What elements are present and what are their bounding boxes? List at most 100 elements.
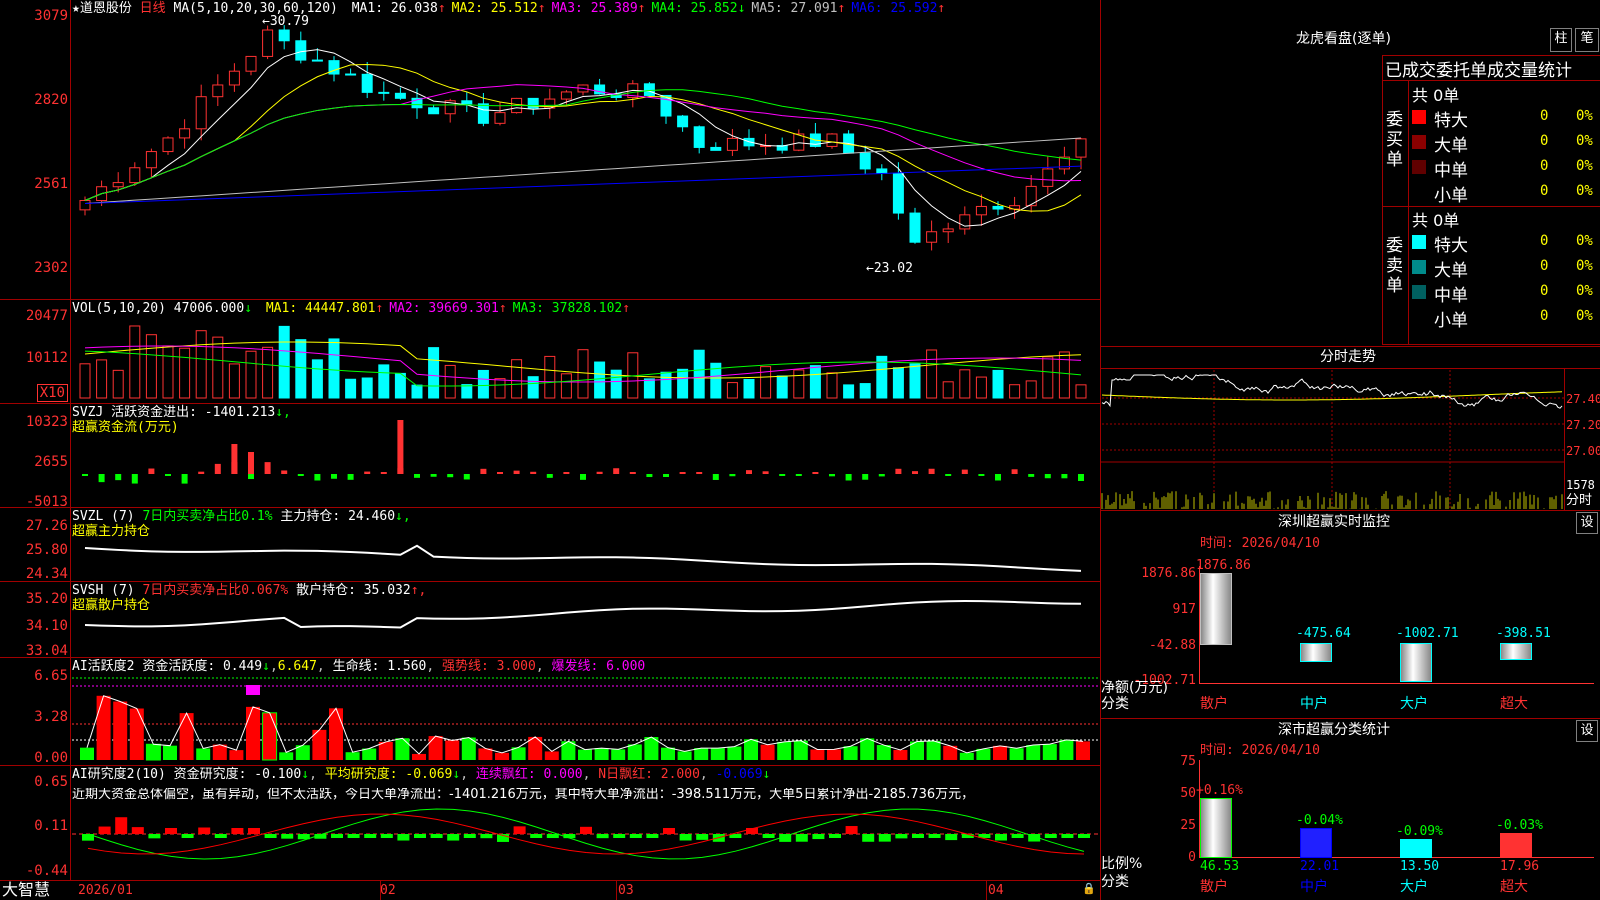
svzj-bar	[563, 472, 570, 474]
ai-strongline: 强势线: 3.000	[442, 659, 536, 674]
research-bar	[613, 834, 626, 838]
candlestick	[262, 25, 274, 60]
candlestick	[975, 194, 987, 226]
ai-active-bar	[378, 741, 393, 760]
volume-bar	[361, 377, 373, 399]
svzj-bar	[1011, 469, 1018, 474]
monitor-bar-1[interactable]	[1300, 642, 1332, 663]
main-chart-canvas[interactable]	[0, 0, 1100, 880]
classify-bar-0[interactable]	[1200, 797, 1232, 858]
date-tick	[616, 880, 617, 900]
volume-bar	[79, 363, 91, 399]
svzj-bar	[812, 472, 819, 474]
volume-bar	[262, 346, 274, 399]
svzj-bar	[530, 471, 537, 474]
research-bar	[380, 834, 393, 838]
stats-title: 已成交委托单成交量统计	[1385, 61, 1572, 81]
ai-active-bar	[1042, 744, 1057, 760]
candlestick	[959, 206, 971, 235]
svzj-value: 活跃资金进出: -1401.213	[111, 405, 276, 420]
classify-settings-button[interactable]: 设	[1576, 720, 1598, 742]
research-bar	[281, 834, 294, 839]
svsh-ratio: 7日内买卖净占比0.067%	[142, 583, 289, 598]
research-bar	[696, 834, 709, 840]
svzj-bar	[447, 474, 454, 478]
vol-ma-arrow: ↑	[622, 301, 631, 316]
svzj-bar	[148, 468, 155, 474]
classify-change: -0.09%	[1396, 824, 1443, 840]
monitor-x-axis	[1199, 683, 1594, 684]
volume-bar	[195, 330, 207, 399]
ai-active-bar	[246, 706, 260, 760]
monitor-y-tick: 1876.86	[1141, 566, 1196, 581]
sell-row-pct: 0%	[1576, 308, 1593, 324]
volume-bar	[278, 325, 290, 399]
research-bar	[945, 834, 958, 841]
intraday-price-line	[1101, 374, 1563, 409]
dragon-panel-title: 龙虎看盘(逐单)	[1296, 31, 1391, 47]
sell-row-count: 0	[1540, 258, 1549, 274]
date-label: 03	[618, 883, 634, 898]
buy-row-count: 0	[1540, 183, 1549, 199]
app-logo[interactable]: 大智慧	[2, 882, 50, 898]
volume-bar	[859, 383, 871, 399]
volume-bar	[693, 349, 705, 399]
volume-bar	[959, 369, 971, 399]
date-label: 04	[988, 883, 1004, 898]
svzj-bar	[995, 474, 1001, 481]
monitor-bar-value: 1876.86	[1196, 558, 1251, 573]
svzj-bar	[546, 474, 553, 478]
svzj-bar	[98, 474, 105, 483]
classify-bar-2[interactable]	[1400, 839, 1432, 858]
lock-icon[interactable]: 🔒	[1082, 882, 1096, 896]
ai-active-bar	[428, 736, 443, 760]
bar-view-button[interactable]: 柱	[1550, 28, 1572, 52]
research-bar	[248, 828, 260, 834]
svzj-bar	[945, 474, 952, 476]
classify-bar-3[interactable]	[1500, 833, 1532, 858]
svzj-bar	[928, 468, 935, 474]
ai-active-bar	[993, 745, 1007, 760]
research-bar	[812, 834, 825, 840]
svzj-bar	[613, 468, 620, 474]
candlestick	[643, 82, 655, 98]
svzl-value: 主力持仓: 24.460	[280, 509, 396, 524]
ai-active-bar	[810, 749, 825, 760]
vol-ma-arrow: ↑	[375, 301, 384, 316]
sell-row-name: 中单	[1434, 286, 1468, 306]
svzj-bar	[297, 474, 304, 476]
ai-active-value: 资金活跃度: 0.449	[142, 659, 263, 674]
research-bar	[995, 834, 1007, 841]
svzj-bar	[513, 470, 520, 474]
classify-bar-1[interactable]	[1300, 828, 1332, 858]
ai-active-bar	[262, 712, 278, 761]
monitor-bar-3[interactable]	[1500, 642, 1532, 660]
monitor-bar-0[interactable]	[1200, 573, 1232, 645]
ai-active-bar	[229, 750, 244, 760]
intraday-vol-max: 1578	[1566, 478, 1595, 492]
monitor-settings-button[interactable]: 设	[1576, 512, 1598, 534]
research-bar	[198, 827, 211, 834]
research-bar	[115, 817, 128, 834]
ai-active-bar	[329, 708, 343, 760]
stats-title-divider	[1382, 80, 1600, 81]
monitor-category: 超大	[1500, 696, 1528, 712]
research-bar	[347, 834, 360, 838]
svzj-bar	[978, 474, 985, 476]
svzj-title: SVZJ	[72, 405, 104, 420]
research-bar	[480, 834, 493, 839]
svzj-bar	[895, 468, 902, 474]
stroke-view-button[interactable]: 笔	[1575, 28, 1599, 52]
candlestick	[627, 80, 639, 108]
candlestick	[228, 63, 240, 92]
buy-row-pct: 0%	[1576, 183, 1593, 199]
volume-bar	[477, 369, 489, 399]
ai-active-bar	[843, 746, 858, 760]
svzj-bar	[397, 420, 404, 474]
candlestick	[361, 61, 373, 99]
vol-ma-arrow: ↑	[498, 301, 507, 316]
research-bar	[98, 826, 111, 834]
monitor-bar-2[interactable]	[1400, 642, 1432, 682]
vol-ma-value-2: MA2: 39669.301	[389, 301, 499, 316]
classify-y-label: 比例%	[1101, 856, 1143, 872]
